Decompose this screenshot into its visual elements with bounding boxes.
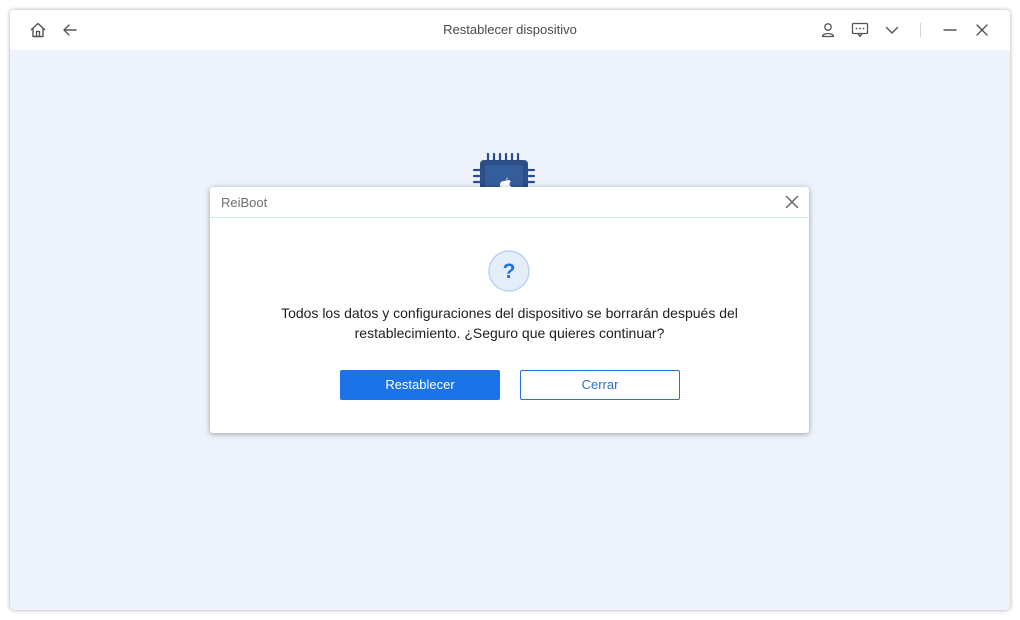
app-window: Restablecer dispositivo ReiBoot ? Todos …: [10, 10, 1010, 610]
close-icon[interactable]: [972, 20, 992, 40]
restablecer-button[interactable]: Restablecer: [340, 370, 500, 400]
title-bar: Restablecer dispositivo: [10, 10, 1010, 50]
titlebar-divider: [920, 23, 921, 37]
dialog-title: ReiBoot: [221, 195, 268, 210]
dialog-close-icon[interactable]: [784, 194, 800, 210]
confirm-dialog: ReiBoot ? Todos los datos y configuracio…: [210, 187, 809, 433]
dialog-message: Todos los datos y configuraciones del di…: [240, 303, 779, 343]
minimize-icon[interactable]: [940, 20, 960, 40]
question-icon: ?: [488, 250, 530, 292]
cerrar-button[interactable]: Cerrar: [520, 370, 680, 400]
dialog-message-line-2: restablecimiento. ¿Seguro que quieres co…: [354, 325, 665, 341]
dialog-header: ReiBoot: [210, 187, 809, 218]
chevron-down-icon[interactable]: [882, 20, 902, 40]
user-icon[interactable]: [818, 20, 838, 40]
dialog-message-line-1: Todos los datos y configuraciones del di…: [281, 305, 738, 321]
svg-text:?: ?: [503, 260, 516, 283]
chat-icon[interactable]: [850, 20, 870, 40]
